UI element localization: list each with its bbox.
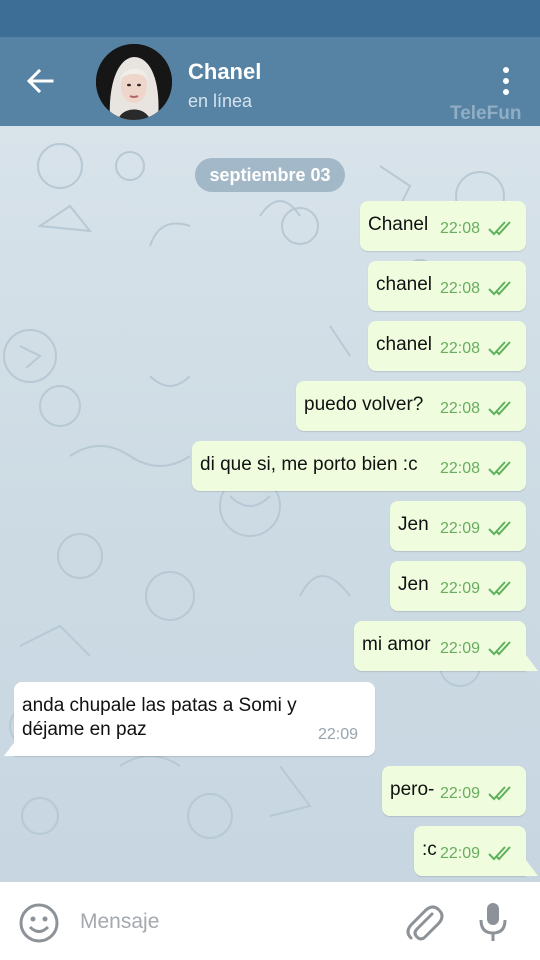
menu-button[interactable] (496, 65, 516, 97)
bubble-tail (526, 860, 538, 876)
message-time: 22:09 (440, 845, 481, 862)
message-text: Chanel (368, 214, 429, 235)
message-time: 22:08 (440, 220, 481, 237)
paperclip-icon (406, 905, 444, 941)
double-check-icon (488, 461, 511, 476)
outgoing-message[interactable]: Chanel 22:08 (360, 201, 526, 251)
message-time: 22:09 (440, 640, 481, 657)
message-text: Jen (398, 574, 429, 595)
outgoing-message[interactable]: chanel 22:08 (368, 321, 526, 371)
avatar-image (96, 44, 172, 120)
double-check-icon (488, 581, 511, 596)
attach-button[interactable] (404, 900, 444, 944)
message-time: 22:09 (440, 580, 481, 597)
message-text: anda chupale las patas a Somi y déjame e… (22, 695, 297, 740)
contact-status: en línea (188, 91, 253, 111)
voice-button[interactable] (476, 900, 510, 944)
microphone-icon (479, 903, 507, 941)
double-check-icon (488, 521, 511, 536)
outgoing-message[interactable]: pero- 22:09 (382, 766, 526, 816)
double-check-icon (488, 221, 511, 236)
double-check-icon (488, 401, 511, 416)
chat-area[interactable]: septiembre 03 Chanel 22:08 chanel 22:08 … (0, 126, 540, 882)
double-check-icon (488, 341, 511, 356)
message-time: 22:09 (440, 520, 481, 537)
message-time: 22:08 (440, 340, 481, 357)
outgoing-message[interactable]: Jen 22:09 (390, 561, 526, 611)
message-time: 22:09 (440, 785, 481, 802)
message-text: :c (422, 839, 437, 860)
message-text: Jen (398, 514, 429, 535)
date-separator: septiembre 03 (195, 158, 345, 192)
message-text: mi amor (362, 634, 431, 655)
emoji-button[interactable] (18, 902, 60, 944)
chat-header: Chanel en línea TeleFun (0, 37, 540, 126)
message-text: puedo volver? (304, 394, 424, 415)
outgoing-message[interactable]: chanel 22:08 (368, 261, 526, 311)
message-input[interactable] (78, 906, 382, 938)
bubble-tail (526, 655, 538, 671)
double-check-icon (488, 281, 511, 296)
incoming-message[interactable]: anda chupale las patas a Somi y déjame e… (14, 682, 375, 756)
message-time: 22:08 (440, 400, 481, 417)
outgoing-message[interactable]: puedo volver? 22:08 (296, 381, 526, 431)
emoji-icon (19, 903, 59, 943)
status-bar (0, 0, 540, 37)
message-text: di que si, me porto bien :c (200, 454, 418, 475)
watermark: TeleFun (450, 103, 522, 124)
double-check-icon (488, 786, 511, 801)
double-check-icon (488, 846, 511, 861)
outgoing-message[interactable]: mi amor 22:09 (354, 621, 526, 671)
message-composer (0, 882, 540, 960)
avatar[interactable] (96, 44, 172, 120)
outgoing-message[interactable]: :c 22:09 (414, 826, 526, 876)
outgoing-message[interactable]: Jen 22:09 (390, 501, 526, 551)
back-button[interactable] (22, 63, 58, 99)
arrow-left-icon (26, 68, 54, 94)
outgoing-message[interactable]: di que si, me porto bien :c 22:08 (192, 441, 526, 491)
message-time: 22:09 (318, 726, 359, 743)
double-check-icon (488, 641, 511, 656)
message-text: chanel (376, 334, 432, 355)
message-text: pero- (390, 779, 435, 800)
message-time: 22:08 (440, 460, 481, 477)
message-time: 22:08 (440, 280, 481, 297)
contact-name[interactable]: Chanel (188, 59, 261, 85)
message-text: chanel (376, 274, 432, 295)
more-vertical-icon (503, 67, 509, 95)
